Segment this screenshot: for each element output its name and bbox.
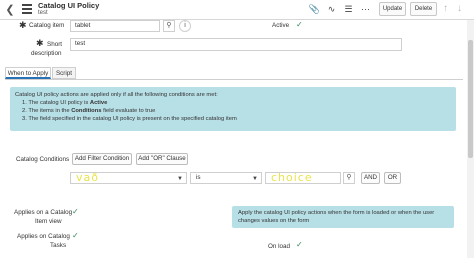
form-title: Catalog UI Policy bbox=[38, 1, 100, 10]
info-intro: Catalog UI policy actions are applied on… bbox=[15, 92, 218, 98]
add-filter-condition-button[interactable]: Add Filter Condition bbox=[72, 153, 132, 165]
applies-tasks-label: Applies on Catalog bbox=[17, 233, 70, 240]
catalog-conditions-label: Catalog Conditions bbox=[16, 156, 70, 163]
form-subtitle: test bbox=[38, 10, 48, 16]
or-button[interactable]: OR bbox=[384, 172, 401, 184]
onload-note-1: Apply the catalog UI policy actions when… bbox=[238, 210, 435, 216]
info-item-2: 2. The items in the Conditions field eva… bbox=[22, 108, 156, 114]
applies-item-view-label-2: Item view bbox=[35, 218, 62, 225]
arrow-up-icon[interactable]: ↑ bbox=[443, 3, 448, 14]
condition-operator-select[interactable]: is ▼ bbox=[190, 172, 262, 184]
catalog-item-input[interactable]: tablet bbox=[70, 20, 160, 32]
short-description-label-2: description bbox=[31, 50, 62, 57]
applies-tasks-checkbox[interactable]: ✓ bbox=[72, 231, 79, 240]
onload-checkbox[interactable]: ✓ bbox=[296, 240, 303, 249]
chevron-down-icon: ▼ bbox=[177, 176, 183, 182]
context-menu-icon[interactable] bbox=[22, 4, 32, 14]
chevron-down-icon: ▼ bbox=[252, 176, 258, 182]
info-item-1: 1. The catalog UI policy is Active bbox=[22, 100, 108, 106]
scrollbar-thumb[interactable] bbox=[468, 40, 473, 158]
tab-when-to-apply[interactable]: When to Apply bbox=[5, 67, 51, 79]
condition-value-text: choice bbox=[271, 171, 313, 184]
form-header: ❮ Catalog UI Policy test 📎 ∿ ☰ ⋯ Update … bbox=[0, 0, 474, 20]
applies-tasks-label-2: Tasks bbox=[50, 242, 67, 249]
settings-sliders-icon[interactable]: ☰ bbox=[342, 3, 355, 16]
lookup-search-icon[interactable]: ⚲ bbox=[163, 20, 175, 32]
delete-button[interactable]: Delete bbox=[410, 2, 437, 16]
catalog-item-label: Catalog item bbox=[29, 22, 65, 29]
and-button[interactable]: AND bbox=[361, 172, 380, 184]
onload-info-box: Apply the catalog UI policy actions when… bbox=[232, 206, 454, 228]
info-item-3: 3. The field specified in the catalog UI… bbox=[22, 116, 237, 122]
applies-item-view-label: Applies on a Catalog bbox=[14, 209, 73, 216]
tab-divider bbox=[5, 79, 463, 80]
policy-info-box: Catalog UI policy actions are applied on… bbox=[10, 87, 456, 131]
short-description-label: Short bbox=[47, 41, 63, 48]
update-button[interactable]: Update bbox=[379, 2, 406, 16]
add-or-clause-button[interactable]: Add "OR" Clause bbox=[136, 153, 188, 165]
condition-field-value: vað bbox=[76, 171, 99, 184]
attachment-icon[interactable]: 📎 bbox=[308, 3, 321, 16]
arrow-down-icon[interactable]: ↓ bbox=[457, 3, 462, 14]
required-marker-icon: ✱ bbox=[36, 38, 44, 48]
required-marker-icon: ✱ bbox=[19, 20, 27, 30]
applies-item-view-checkbox[interactable]: ✓ bbox=[72, 207, 79, 216]
active-label: Active bbox=[272, 22, 290, 29]
activity-icon[interactable]: ∿ bbox=[325, 3, 338, 16]
condition-operator-value: is bbox=[196, 174, 201, 181]
active-checkbox[interactable]: ✓ bbox=[296, 20, 303, 29]
condition-value-input[interactable]: choice bbox=[265, 172, 341, 184]
short-description-input[interactable]: test bbox=[70, 38, 402, 51]
back-icon[interactable]: ❮ bbox=[3, 3, 17, 17]
condition-search-icon[interactable]: ⚲ bbox=[343, 172, 355, 184]
more-icon[interactable]: ⋯ bbox=[359, 3, 372, 16]
tab-script[interactable]: Script bbox=[52, 67, 76, 79]
condition-field-select[interactable]: vað ▼ bbox=[70, 172, 187, 184]
info-icon[interactable]: i bbox=[179, 20, 191, 32]
onload-note-2: changes values on the form bbox=[238, 218, 310, 224]
onload-label: On load bbox=[268, 243, 291, 250]
